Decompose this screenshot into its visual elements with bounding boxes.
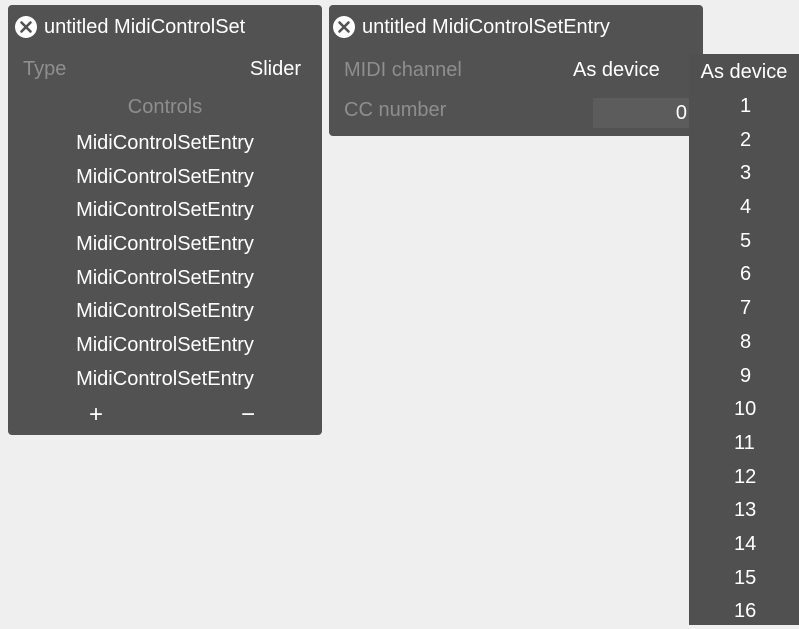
- midi-control-set-title-bar: untitled MidiControlSet: [8, 5, 245, 49]
- midi-control-set-entry-panel: untitled MidiControlSetEntry MIDI channe…: [329, 5, 703, 136]
- remove-entry-button[interactable]: −: [241, 397, 255, 433]
- dropdown-options: 1 2 3 4 5 6 7 8 9 10 11 12 13 14 15 16: [689, 90, 799, 629]
- cc-number-label: CC number: [344, 99, 447, 121]
- dropdown-option[interactable]: 6: [689, 258, 799, 292]
- add-entry-button[interactable]: +: [89, 397, 103, 433]
- list-item[interactable]: MidiControlSetEntry: [8, 295, 322, 329]
- dropdown-option[interactable]: 16: [689, 595, 799, 629]
- midi-channel-label: MIDI channel: [344, 59, 462, 81]
- dropdown-option[interactable]: 10: [689, 393, 799, 427]
- dropdown-option[interactable]: 5: [689, 225, 799, 259]
- dropdown-option[interactable]: 2: [689, 124, 799, 158]
- list-item[interactable]: MidiControlSetEntry: [8, 262, 322, 296]
- dropdown-option[interactable]: 12: [689, 461, 799, 495]
- list-item[interactable]: MidiControlSetEntry: [8, 194, 322, 228]
- panel-title: untitled MidiControlSet: [44, 15, 246, 38]
- midi-channel-dropdown-list: As device 1 2 3 4 5 6 7 8 9 10 11 12 13 …: [689, 54, 799, 625]
- dropdown-option[interactable]: 9: [689, 360, 799, 394]
- list-item[interactable]: MidiControlSetEntry: [8, 329, 322, 363]
- midi-control-set-entry-title-bar: untitled MidiControlSetEntry: [329, 5, 610, 49]
- type-label: Type: [23, 58, 67, 80]
- cc-number-field[interactable]: 0: [593, 98, 689, 128]
- list-item[interactable]: MidiControlSetEntry: [8, 161, 322, 195]
- midi-control-set-panel: untitled MidiControlSet Type Slider Cont…: [8, 5, 322, 435]
- list-item[interactable]: MidiControlSetEntry: [8, 363, 322, 397]
- controls-list: MidiControlSetEntry MidiControlSetEntry …: [8, 127, 322, 397]
- type-dropdown[interactable]: Slider: [250, 58, 301, 81]
- panel-title: untitled MidiControlSetEntry: [362, 15, 610, 38]
- dropdown-option[interactable]: 8: [689, 326, 799, 360]
- controls-heading: Controls: [127, 96, 203, 118]
- dropdown-option[interactable]: 7: [689, 292, 799, 326]
- dropdown-option-as-device[interactable]: As device: [689, 54, 799, 90]
- dropdown-option[interactable]: 15: [689, 562, 799, 596]
- list-item[interactable]: MidiControlSetEntry: [8, 127, 322, 161]
- dropdown-option[interactable]: 11: [689, 427, 799, 461]
- dropdown-option[interactable]: 4: [689, 191, 799, 225]
- close-icon[interactable]: [333, 16, 355, 38]
- midi-channel-dropdown[interactable]: As device: [573, 59, 660, 82]
- close-icon[interactable]: [15, 16, 37, 38]
- dropdown-option[interactable]: 3: [689, 157, 799, 191]
- dropdown-option[interactable]: 13: [689, 494, 799, 528]
- app-canvas: { "control_set_panel": { "title": "untit…: [0, 0, 799, 625]
- dropdown-option[interactable]: 1: [689, 90, 799, 124]
- list-item[interactable]: MidiControlSetEntry: [8, 228, 322, 262]
- dropdown-option[interactable]: 14: [689, 528, 799, 562]
